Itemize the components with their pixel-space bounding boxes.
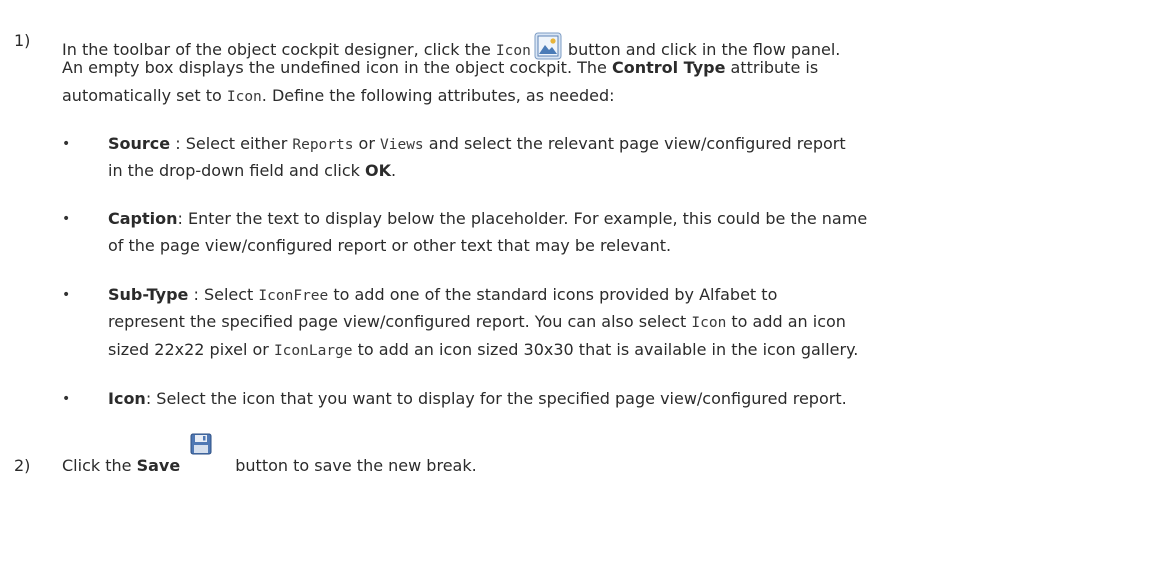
step1-line2: An empty box displays the undefined icon… <box>62 58 819 77</box>
step1-line1: In the toolbar of the object cockpit des… <box>62 31 840 61</box>
caption-line2: of the page view/configured report or ot… <box>108 236 672 255</box>
step1-line3: automatically set to Icon. Define the fo… <box>62 86 615 105</box>
subtype-line2: represent the specified page view/config… <box>108 312 846 331</box>
caption-line1: Caption: Enter the text to display below… <box>108 209 868 228</box>
bullet-marker: • <box>62 391 71 407</box>
subtype-line1: Sub-Type : Select IconFree to add one of… <box>108 285 778 304</box>
document-page: 1) In the toolbar of the object cockpit … <box>0 0 1168 583</box>
source-line2: in the drop-down field and click OK. <box>108 161 397 180</box>
step-number: 1) <box>14 31 31 50</box>
icon-line1: Icon: Select the icon that you want to d… <box>108 389 847 408</box>
bullet-marker: • <box>62 211 71 227</box>
source-line1: Source : Select either Reports or Views … <box>108 134 846 153</box>
step2-line: Click the Save button to save the new br… <box>62 456 477 475</box>
step-number: 2) <box>14 456 31 475</box>
picture-icon <box>533 31 563 61</box>
bullet-marker: • <box>62 136 71 152</box>
subtype-line3: sized 22x22 pixel or IconLarge to add an… <box>108 340 859 359</box>
save-icon <box>190 433 212 455</box>
bullet-marker: • <box>62 287 71 303</box>
